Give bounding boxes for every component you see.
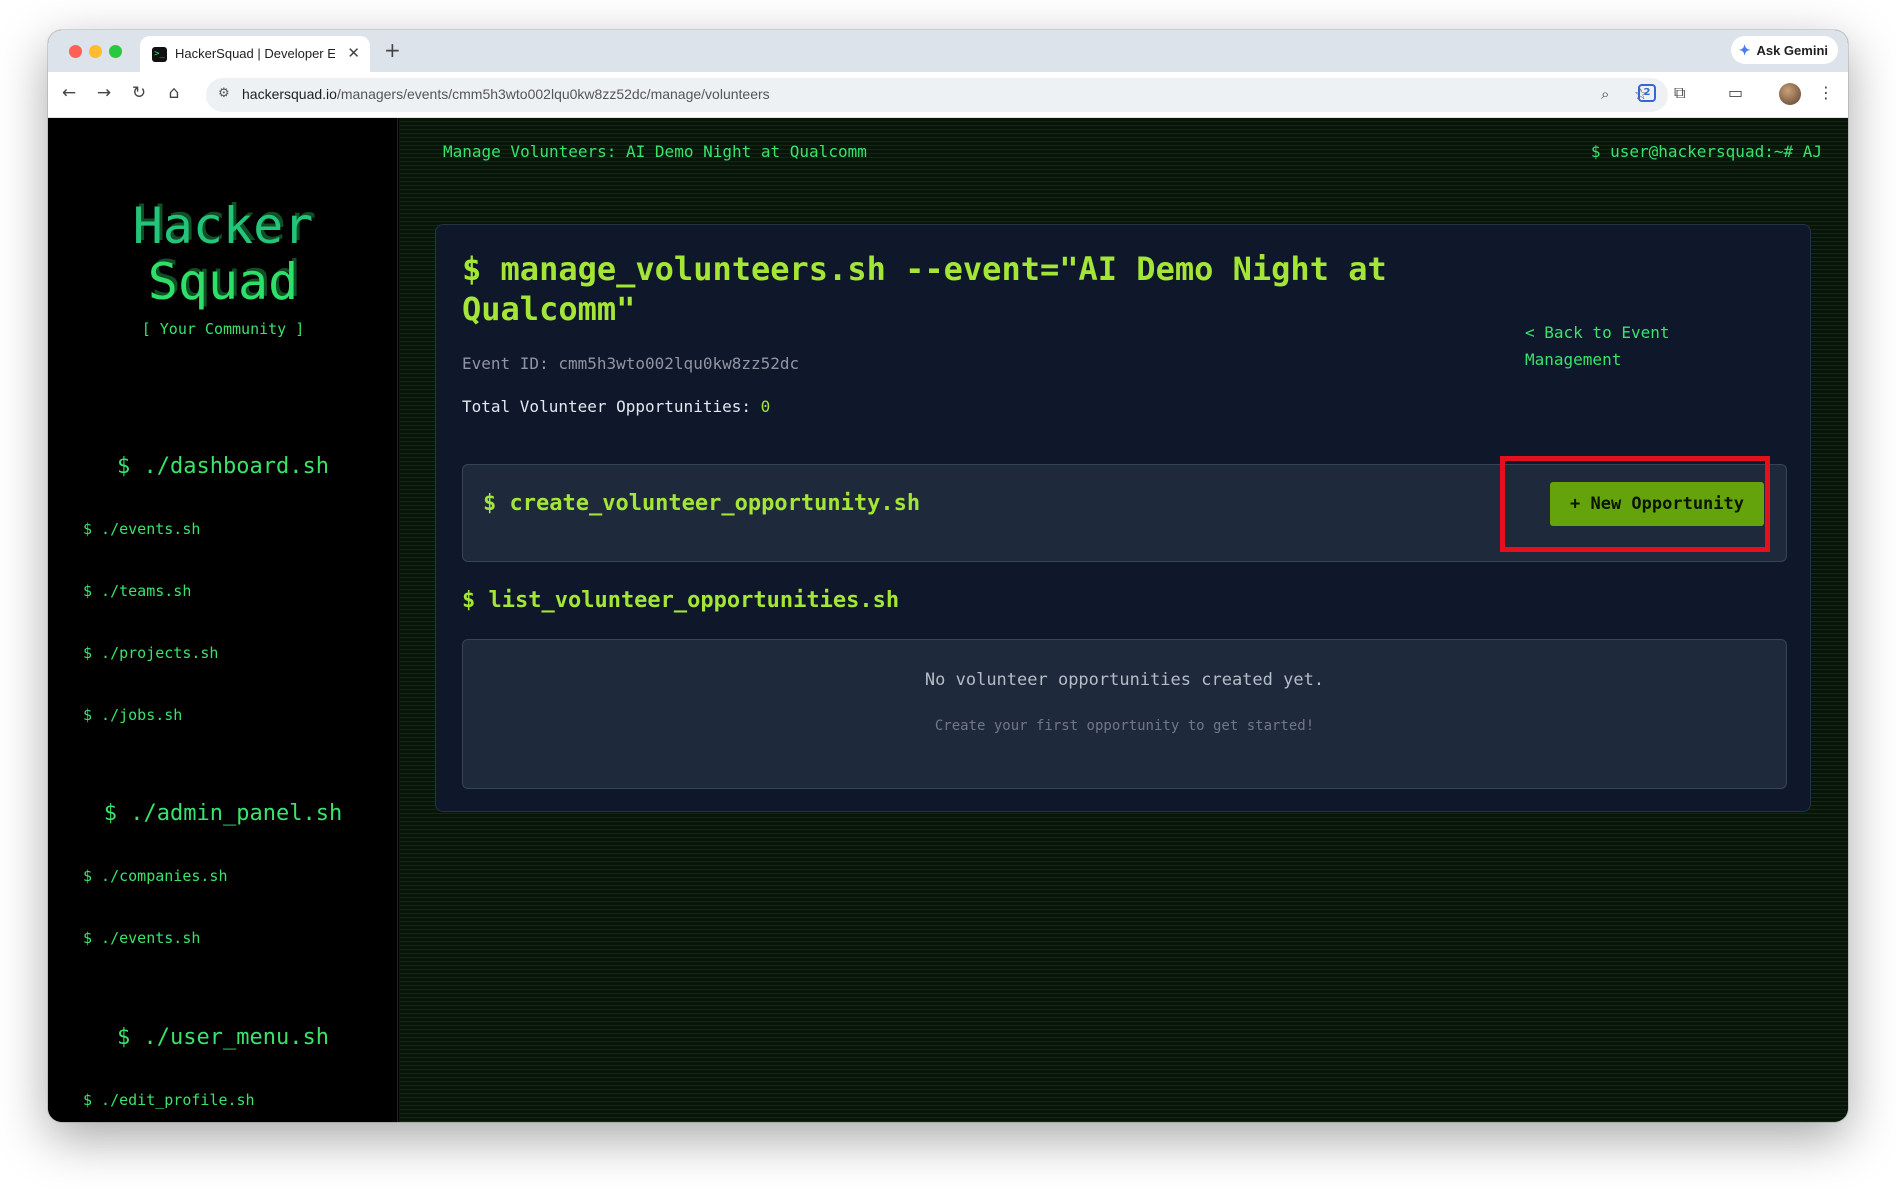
sidebar-item-edit-profile[interactable]: $ ./edit_profile.sh	[83, 1091, 255, 1109]
tab-title: HackerSquad | Developer Eco	[175, 46, 335, 61]
maximize-window-button[interactable]	[109, 45, 122, 58]
address-bar[interactable]: ⚙ hackersquad.io/managers/events/cmm5h3w…	[206, 78, 1668, 112]
empty-state-message: No volunteer opportunities created yet.	[924, 670, 1325, 690]
more-menu-icon[interactable]: ⋮	[1818, 83, 1834, 102]
create-opportunity-panel: $ create_volunteer_opportunity.sh + New …	[462, 464, 1787, 562]
sidebar-item-teams[interactable]: $ ./teams.sh	[83, 582, 191, 600]
user-prompt[interactable]: $ user@hackersquad:~# AJ	[1591, 142, 1822, 161]
browser-tab[interactable]: >_ HackerSquad | Developer Eco ✕	[140, 36, 370, 72]
close-window-button[interactable]	[69, 45, 82, 58]
sidebar: Hacker Squad [ Your Community ] $ ./dash…	[48, 118, 398, 1122]
ask-gemini-label: Ask Gemini	[1756, 42, 1828, 58]
page: Hacker Squad [ Your Community ] $ ./dash…	[48, 118, 1848, 1122]
total-opportunities: Total Volunteer Opportunities: 0	[462, 397, 770, 416]
page-title: $ manage_volunteers.sh --event="AI Demo …	[462, 250, 1387, 328]
profile-avatar[interactable]	[1779, 83, 1801, 105]
home-icon[interactable]: ⌂	[163, 83, 185, 103]
page-header-title: Manage Volunteers: AI Demo Night at Qual…	[443, 142, 867, 161]
volunteers-card: $ manage_volunteers.sh --event="AI Demo …	[435, 224, 1811, 812]
sidebar-section-admin-panel[interactable]: $ ./admin_panel.sh	[48, 801, 398, 826]
extension-badge-icon[interactable]: 2	[1638, 84, 1656, 102]
tab-bar: >_ HackerSquad | Developer Eco ✕ + ✦ Ask…	[48, 30, 1848, 72]
sidebar-item-admin-events[interactable]: $ ./events.sh	[83, 929, 200, 947]
create-opportunity-title: $ create_volunteer_opportunity.sh	[483, 491, 921, 516]
back-to-event-management-link[interactable]: < Back to Event Management	[1525, 319, 1725, 373]
url-domain: hackersquad.io	[242, 86, 337, 102]
sidebar-item-projects[interactable]: $ ./projects.sh	[83, 644, 218, 662]
reload-icon[interactable]: ↻	[128, 83, 150, 103]
new-tab-icon[interactable]: +	[384, 38, 401, 62]
ask-gemini-button[interactable]: ✦ Ask Gemini	[1730, 36, 1838, 64]
url-text[interactable]: hackersquad.io/managers/events/cmm5h3wto…	[242, 86, 770, 102]
sidebar-item-events[interactable]: $ ./events.sh	[83, 520, 200, 538]
logo-tagline: [ Your Community ]	[141, 320, 305, 338]
sidebar-item-jobs[interactable]: $ ./jobs.sh	[83, 706, 182, 724]
new-opportunity-button[interactable]: + New Opportunity	[1550, 482, 1764, 526]
sidebar-item-companies[interactable]: $ ./companies.sh	[83, 867, 228, 885]
empty-state: No volunteer opportunities created yet. …	[462, 639, 1787, 789]
sidebar-section-user-menu[interactable]: $ ./user_menu.sh	[48, 1025, 398, 1050]
logo[interactable]: Hacker Squad [ Your Community ]	[48, 198, 398, 338]
tab-search-icon[interactable]: ▭	[1728, 83, 1743, 102]
site-settings-icon[interactable]: ⚙	[218, 86, 230, 101]
browser-toolbar: ← → ↻ ⌂ ⚙ hackersquad.io/managers/events…	[48, 72, 1848, 118]
list-opportunities-title: $ list_volunteer_opportunities.sh	[462, 588, 900, 613]
browser-window: >_ HackerSquad | Developer Eco ✕ + ✦ Ask…	[48, 30, 1848, 1122]
forward-arrow-icon[interactable]: →	[93, 83, 115, 103]
extensions-puzzle-icon[interactable]: ⧉	[1674, 83, 1685, 103]
event-id: Event ID: cmm5h3wto002lqu0kw8zz52dc	[462, 354, 800, 373]
sidebar-section-dashboard[interactable]: $ ./dashboard.sh	[48, 454, 398, 479]
tab-close-icon[interactable]: ✕	[347, 44, 360, 62]
total-label: Total Volunteer Opportunities:	[462, 397, 761, 416]
terminal-favicon-icon: >_	[152, 47, 167, 62]
zoom-icon[interactable]: ⌕	[1601, 85, 1609, 103]
gemini-sparkle-icon: ✦	[1738, 41, 1751, 58]
url-path: /managers/events/cmm5h3wto002lqu0kw8zz52…	[336, 86, 770, 102]
back-arrow-icon[interactable]: ←	[58, 83, 80, 103]
total-count: 0	[760, 397, 771, 416]
minimize-window-button[interactable]	[89, 45, 102, 58]
logo-line-squad: Squad	[147, 253, 299, 311]
main-content: Manage Volunteers: AI Demo Night at Qual…	[399, 118, 1848, 1122]
logo-line-hacker: Hacker	[132, 197, 314, 255]
empty-state-hint: Create your first opportunity to get sta…	[934, 718, 1315, 734]
